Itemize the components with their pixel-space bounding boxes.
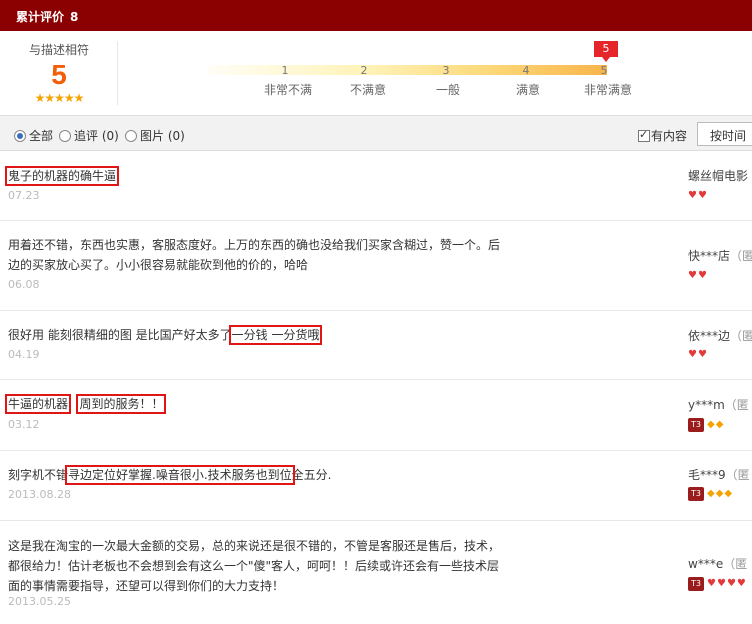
review-date: 04.19 xyxy=(8,348,40,361)
reviewer-name: 毛***9（匿 xyxy=(688,468,750,482)
heart-icon: ♥ xyxy=(726,578,736,589)
reviews-header: 累计评价 8 xyxy=(0,0,752,31)
rating-summary: 与描述相符 5 ★★★★★ 5 1 2 3 4 5 非常不满 不满意 一般 满意… xyxy=(0,31,752,115)
review-text: 很好用 能刻很精细的图 是比国产好太多了一分钱 一分货哦 xyxy=(8,325,323,345)
reviewer-name: w***e（匿 xyxy=(688,557,748,571)
filter-followup-radio[interactable]: 追评 (0) xyxy=(59,127,119,144)
review-text: 这是我在淘宝的一次最大金额的交易，总的来说还是很不错的，不管是客服还是售后，技术… xyxy=(8,539,501,593)
review-text-highlight: 牛逼的机器 xyxy=(4,394,72,414)
vip-badge-icon: T3 xyxy=(688,418,704,432)
match-score: 5 xyxy=(51,59,67,90)
scale-label: 非常满意 xyxy=(583,83,632,97)
reviews-title: 累计评价 xyxy=(16,10,65,24)
scale-label: 非常不满 xyxy=(263,83,312,97)
reviewer-name: 螺丝帽电影 xyxy=(688,169,749,183)
reviewer-level: ♥ ♥ xyxy=(688,271,707,281)
rating-scale-bar xyxy=(207,65,607,75)
review-text-highlight: 一分钱 一分货哦 xyxy=(228,325,323,345)
heart-icon: ♥ xyxy=(697,190,707,201)
review-item: 用着还不错，东西也实惠，客服态度好。上万的东西的确也没给我们买家含糊过，赞一个。… xyxy=(0,221,752,311)
star-rating-icon: ★★★★★ xyxy=(34,91,85,105)
scale-number: 3 xyxy=(442,64,450,77)
review-date: 06.08 xyxy=(8,278,40,291)
diamond-icon: ◆ xyxy=(715,419,724,430)
heart-icon: ♥ xyxy=(697,349,707,360)
review-date: 03.12 xyxy=(8,418,40,431)
scale-number: 1 xyxy=(281,64,289,77)
reviewer-level: ♥ ♥ xyxy=(688,350,707,360)
reviewer-level: T3 ◆ ◆ xyxy=(688,418,723,432)
match-label: 与描述相符 xyxy=(28,43,89,57)
reviews-count: 8 xyxy=(70,10,79,24)
review-item: 刻字机不错寻边定位好掌握.噪音很小.技术服务也到位全五分. 2013.08.28… xyxy=(0,451,752,521)
checkbox-checked-icon[interactable] xyxy=(638,128,650,142)
scale-label: 不满意 xyxy=(349,83,386,97)
radio-selected-icon[interactable] xyxy=(14,129,26,142)
reviewer-level: T3 ◆ ◆ ◆ xyxy=(688,487,732,501)
has-content-checkbox[interactable]: 有内容 xyxy=(638,127,687,144)
reviewer-name: 快***店（匿 xyxy=(688,249,752,263)
radio-icon[interactable] xyxy=(59,129,71,142)
diamond-icon: ◆ xyxy=(707,419,715,430)
scale-label: 一般 xyxy=(435,83,460,97)
review-text: 牛逼的机器 周到的服务！！ xyxy=(4,394,508,414)
review-item: 鬼子的机器的确牛逼 07.23 螺丝帽电影 ♥ ♥ xyxy=(0,151,752,221)
scale-number: 5 xyxy=(600,64,608,77)
review-text-highlight: 鬼子的机器的确牛逼 xyxy=(4,166,120,186)
review-date: 07.23 xyxy=(8,189,40,202)
scale-number: 2 xyxy=(360,64,368,77)
filter-images-radio[interactable]: 图片 (0) xyxy=(125,127,185,144)
heart-icon: ♥ xyxy=(688,190,697,201)
filter-images-label: 图片 (0) xyxy=(140,129,185,143)
score-marker: 5 xyxy=(594,41,618,62)
heart-icon: ♥ xyxy=(688,270,697,281)
scale-number: 4 xyxy=(522,64,530,77)
reviewer-level: T3 ♥ ♥ ♥ ♥ xyxy=(688,577,746,591)
heart-icon: ♥ xyxy=(716,578,726,589)
filter-all-label: 全部 xyxy=(29,129,54,143)
radio-icon[interactable] xyxy=(125,129,137,142)
scale-label: 满意 xyxy=(515,83,540,97)
filter-bar: 全部 追评 (0) 图片 (0) 有内容 按时间 xyxy=(0,115,752,151)
filter-all-radio[interactable]: 全部 xyxy=(14,127,53,144)
diamond-icon: ◆ xyxy=(715,488,724,499)
reviewer-name: y***m（匿 xyxy=(688,398,749,412)
review-date: 2013.08.28 xyxy=(8,488,71,501)
heart-icon: ♥ xyxy=(688,349,697,360)
review-item: 这是我在淘宝的一次最大金额的交易，总的来说还是很不错的，不管是客服还是售后，技术… xyxy=(0,521,752,624)
review-text-highlight: 寻边定位好掌握.噪音很小.技术服务也到位 xyxy=(65,465,295,485)
has-content-label: 有内容 xyxy=(651,129,688,143)
review-text: 鬼子的机器的确牛逼 xyxy=(4,166,508,186)
reviewer-level: ♥ ♥ xyxy=(688,191,707,201)
review-date: 2013.05.25 xyxy=(8,595,71,608)
divider xyxy=(117,41,118,105)
vip-badge-icon: T3 xyxy=(688,487,704,501)
sort-by-time-button[interactable]: 按时间 xyxy=(697,122,752,146)
heart-icon: ♥ xyxy=(707,578,716,589)
heart-icon: ♥ xyxy=(697,270,707,281)
review-item: 很好用 能刻很精细的图 是比国产好太多了一分钱 一分货哦 04.19 依***边… xyxy=(0,311,752,380)
vip-badge-icon: T3 xyxy=(688,577,704,591)
diamond-icon: ◆ xyxy=(707,488,715,499)
heart-icon: ♥ xyxy=(736,578,746,589)
filter-followup-label: 追评 (0) xyxy=(74,129,119,143)
match-score-block: 与描述相符 5 ★★★★★ xyxy=(0,31,118,115)
review-text: 刻字机不错寻边定位好掌握.噪音很小.技术服务也到位全五分. xyxy=(8,465,332,485)
reviewer-name: 依***边（匿 xyxy=(688,329,752,343)
review-text: 用着还不错，东西也实惠，客服态度好。上万的东西的确也没给我们买家含糊过，赞一个。… xyxy=(8,238,501,272)
diamond-icon: ◆ xyxy=(724,488,733,499)
review-item: 牛逼的机器 周到的服务！！ 03.12 y***m（匿 T3 ◆ ◆ xyxy=(0,380,752,451)
review-text-highlight: 周到的服务！！ xyxy=(76,394,167,414)
